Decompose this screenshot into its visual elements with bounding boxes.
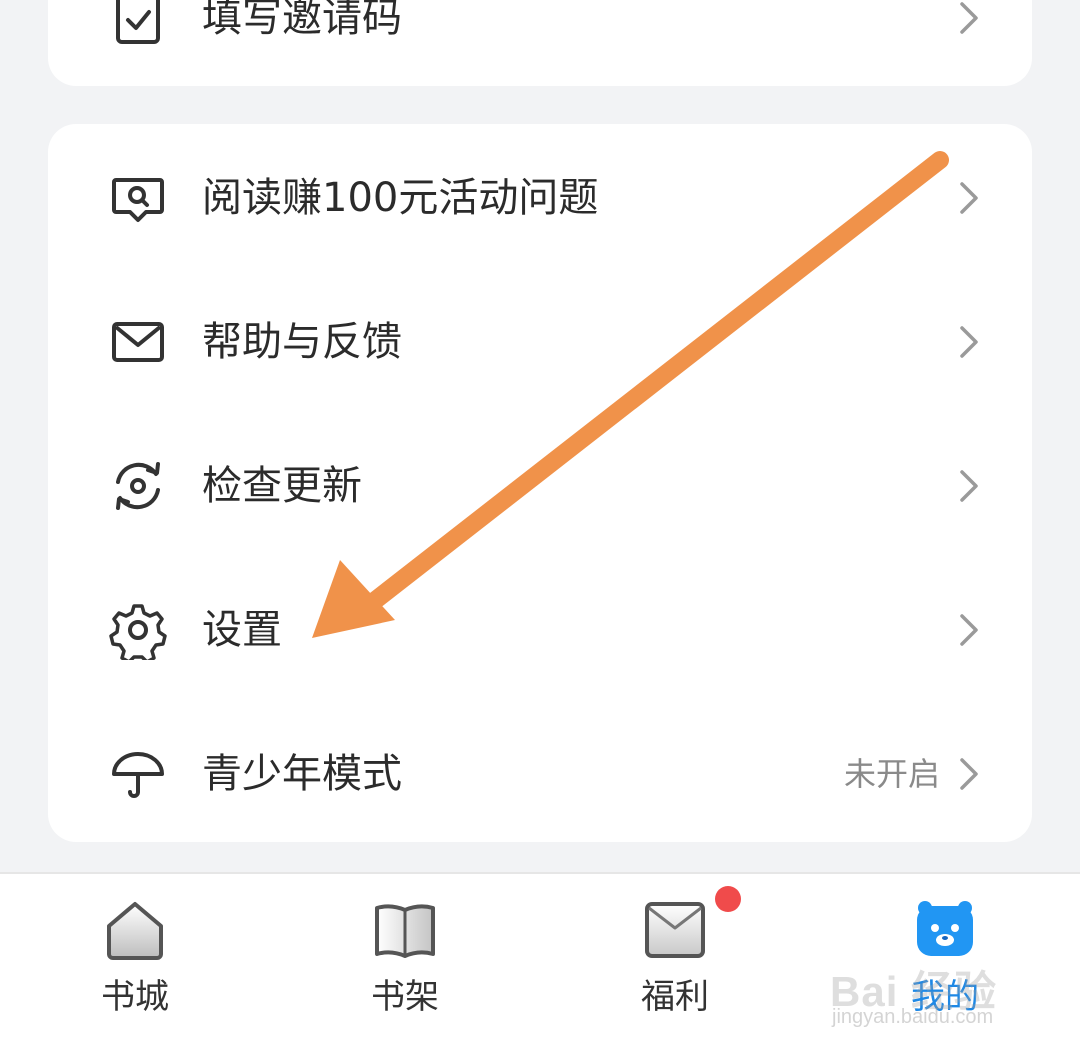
tab-mine[interactable]: 我的 [845, 874, 1045, 1056]
menu-item-invite-code[interactable]: 填写邀请码 [48, 0, 1032, 90]
chevron-right-icon [948, 322, 988, 362]
tab-label: 书城 [101, 977, 169, 1017]
chevron-right-icon [948, 754, 988, 794]
tab-label: 福利 [641, 977, 709, 1017]
tab-label: 我的 [911, 977, 979, 1017]
bear-icon [911, 896, 979, 964]
book-icon [371, 896, 439, 964]
envelope-icon [641, 896, 709, 964]
menu-item-label: 填写邀请码 [202, 0, 402, 41]
gear-icon [108, 600, 168, 660]
clipboard-check-icon [108, 0, 168, 48]
mail-icon [108, 312, 168, 372]
tab-label: 书架 [371, 977, 439, 1017]
umbrella-icon [108, 744, 168, 804]
chevron-right-icon [948, 0, 988, 38]
menu-card: 阅读赚100元活动问题 帮助与反馈 检查更新 设置 青少年模式 未开启 [48, 124, 1032, 842]
menu-item-reading-activity[interactable]: 阅读赚100元活动问题 [48, 126, 1032, 270]
tab-bookstore[interactable]: 书城 [35, 874, 235, 1056]
home-icon [101, 896, 169, 964]
tab-welfare[interactable]: 福利 [575, 874, 775, 1056]
refresh-icon [108, 456, 168, 516]
invite-card: 填写邀请码 [48, 0, 1032, 86]
tab-bookshelf[interactable]: 书架 [305, 874, 505, 1056]
menu-item-label: 检查更新 [202, 463, 362, 509]
menu-item-teen-mode[interactable]: 青少年模式 未开启 [48, 702, 1032, 846]
menu-item-label: 设置 [202, 607, 282, 653]
chevron-right-icon [948, 178, 988, 218]
menu-item-label: 帮助与反馈 [202, 319, 402, 365]
menu-item-label: 青少年模式 [202, 751, 402, 797]
chevron-right-icon [948, 610, 988, 650]
teen-mode-status: 未开启 [843, 755, 940, 793]
chevron-right-icon [948, 466, 988, 506]
menu-item-settings[interactable]: 设置 [48, 558, 1032, 702]
search-chat-icon [108, 168, 168, 228]
menu-item-label: 阅读赚100元活动问题 [202, 175, 599, 221]
menu-item-help-feedback[interactable]: 帮助与反馈 [48, 270, 1032, 414]
notification-badge [715, 886, 741, 912]
menu-item-check-update[interactable]: 检查更新 [48, 414, 1032, 558]
bottom-tab-bar: 书城 书架 福利 我的 [0, 872, 1080, 1056]
